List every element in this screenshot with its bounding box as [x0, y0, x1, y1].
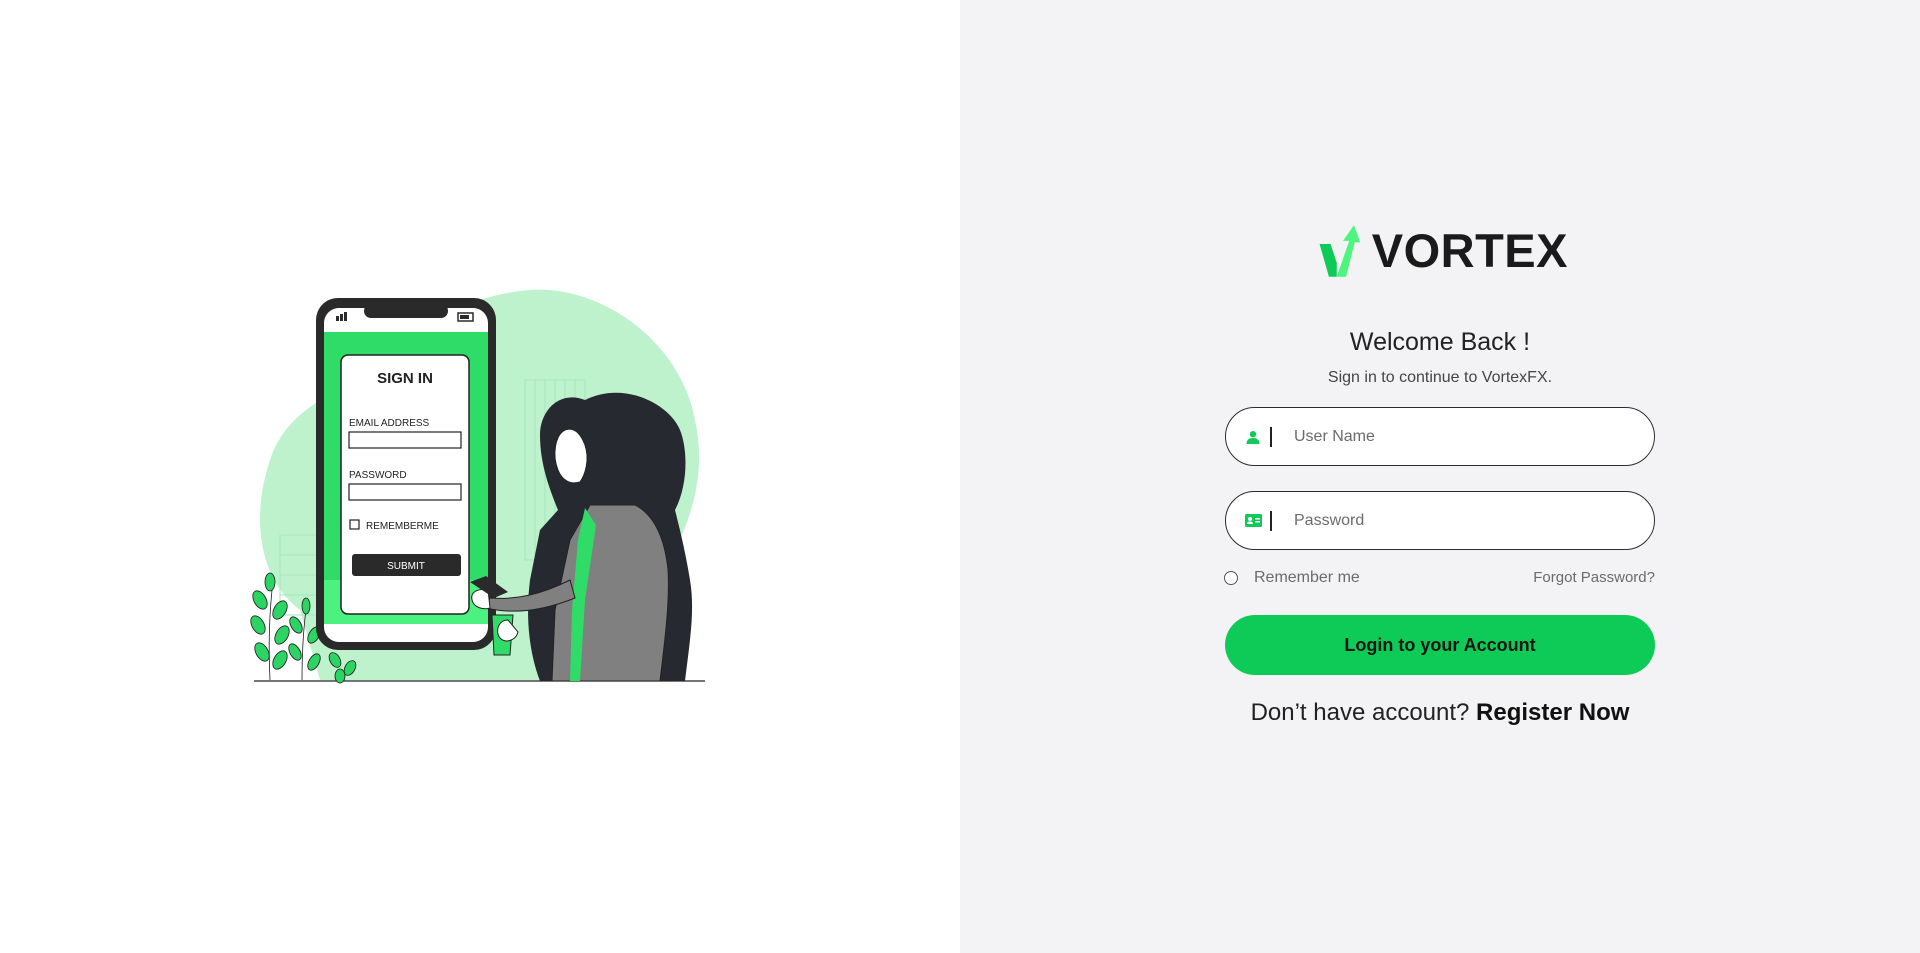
input-divider [1270, 510, 1272, 531]
remember-me-label: Remember me [1254, 569, 1360, 586]
forgot-password-link[interactable]: Forgot Password? [1533, 569, 1655, 586]
register-now-link[interactable]: Register Now [1476, 699, 1629, 726]
phone-email-label: EMAIL ADDRESS [349, 418, 430, 429]
brand-logo: VORTEX [1318, 218, 1568, 284]
phone-submit-label: SUBMIT [387, 561, 425, 572]
username-field[interactable] [1225, 407, 1655, 466]
welcome-subtitle: Sign in to continue to VortexFX. [1327, 369, 1553, 386]
id-card-icon [1244, 512, 1262, 530]
phone-remember-label: REMEMBERME [366, 521, 439, 532]
illustration-pane: SIGN IN EMAIL ADDRESS PASSWORD REMEMBERM… [0, 0, 960, 953]
username-input[interactable] [1294, 427, 1614, 446]
login-pane [960, 0, 1920, 953]
sign-in-illustration: SIGN IN EMAIL ADDRESS PASSWORD REMEMBERM… [250, 289, 705, 684]
input-divider [1270, 426, 1272, 447]
register-prompt: Don’t have account? Register Now [1224, 699, 1656, 727]
remember-me-radio[interactable] [1224, 571, 1238, 585]
login-button[interactable]: Login to your Account [1225, 615, 1655, 675]
register-prompt-text: Don’t have account? [1250, 699, 1470, 726]
brand-name: VORTEX [1371, 224, 1568, 277]
phone-password-label: PASSWORD [349, 470, 407, 481]
user-icon [1244, 428, 1262, 446]
phone-title: SIGN IN [377, 370, 433, 387]
vortex-check-arrow-icon [1319, 225, 1361, 277]
remember-me[interactable]: Remember me [1224, 569, 1360, 587]
password-input[interactable] [1294, 511, 1614, 530]
password-field[interactable] [1225, 491, 1655, 550]
welcome-heading: Welcome Back ! [1349, 328, 1531, 356]
